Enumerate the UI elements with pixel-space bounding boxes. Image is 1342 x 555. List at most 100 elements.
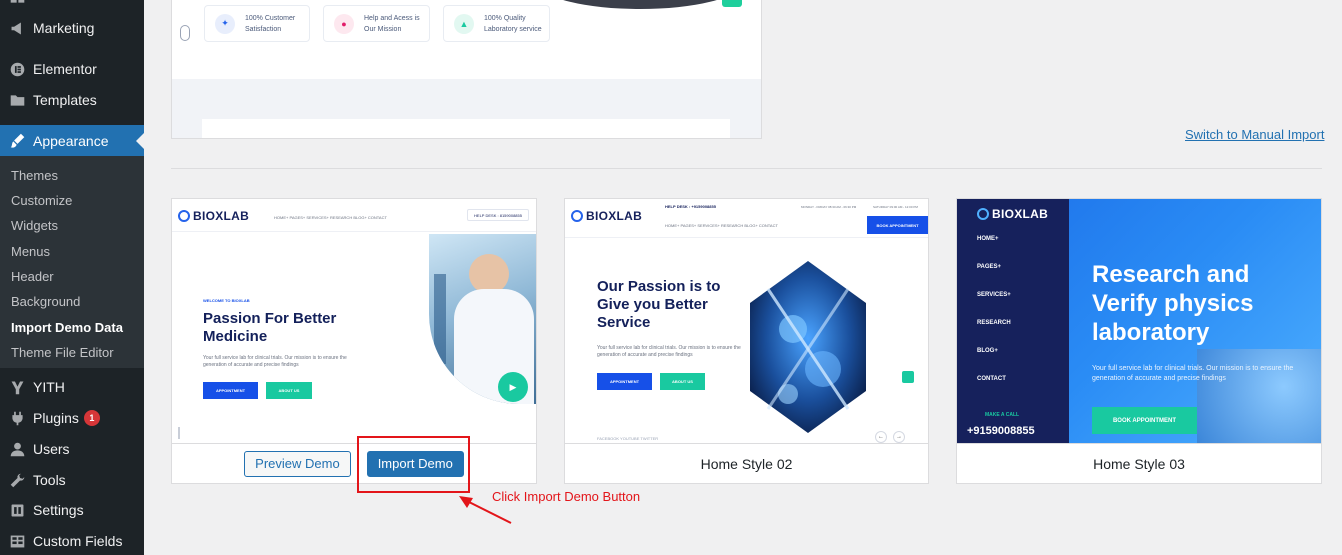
hero-subtitle: Your full service lab for clinical trial… <box>1092 365 1294 382</box>
hours-text: MONDAY - FRIDAY 08:30 AM - 06:30 PM <box>801 205 857 209</box>
sidebar-item-templates[interactable]: Templates <box>0 85 144 115</box>
submenu-import-demo-data[interactable]: Import Demo Data <box>11 320 123 335</box>
eyebrow-text: WELCOME TO BIOXLAB <box>203 298 250 303</box>
helpdesk-text: HELP DESK : +9159008855 <box>665 204 716 209</box>
demo-card-footer: Preview Demo Import Demo <box>172 443 536 483</box>
sidebar-item-label: Settings <box>33 502 84 518</box>
sidebar-item-marketing[interactable]: Marketing <box>0 13 144 43</box>
stat-text: 100% Customer Satisfaction <box>245 14 296 33</box>
mouse-scroll-icon <box>180 25 190 41</box>
folder-icon <box>8 91 26 109</box>
demo-card-home-3: BIOXLAB HOME+ PAGES+ SERVICES+ RESEARCH … <box>956 198 1322 484</box>
sidebar-item-settings[interactable]: Settings <box>0 495 144 525</box>
scroll-top-icon <box>902 371 914 383</box>
sidebar-item-label: Elementor <box>33 61 97 77</box>
bioxlab-logo: BIOXLAB <box>571 209 642 223</box>
yith-icon <box>8 378 26 396</box>
hero-subtitle: Your full service lab for clinical trial… <box>203 355 347 368</box>
header-rule <box>565 237 928 238</box>
sidebar-item-label: Tools <box>33 472 66 488</box>
side-nav-item: CONTACT <box>977 376 1006 382</box>
demo-name: Home Style 02 <box>700 455 793 472</box>
demo-nav: HOME+ PAGES+ SERVICES+ RESEARCH BLOG+ CO… <box>274 215 387 220</box>
bioxlab-logo: BIOXLAB <box>977 207 1048 221</box>
sidebar-item-elementor[interactable]: Elementor <box>0 54 144 84</box>
side-nav-item: RESEARCH <box>977 320 1011 326</box>
plugins-update-badge: 1 <box>83 410 100 426</box>
sidebar-item-label: Custom Fields <box>33 533 123 549</box>
submenu-customize[interactable]: Customize <box>11 193 72 208</box>
stat-box: ✦ 100% Customer Satisfaction <box>204 5 310 42</box>
sidebar-item-label: Marketing <box>33 20 95 36</box>
submenu-theme-file-editor[interactable]: Theme File Editor <box>11 345 114 360</box>
submenu-header[interactable]: Header <box>11 269 54 284</box>
demo-card-footer: Home Style 02 <box>565 443 928 483</box>
demo-name: Home Style 03 <box>1093 455 1185 472</box>
social-links: FACEBOOK YOUTUBE TWITTER <box>597 436 659 441</box>
table-icon <box>8 532 26 550</box>
scroll-indicator <box>178 427 180 439</box>
arrow-left-icon: ← <box>875 431 887 443</box>
sidebar-item-users[interactable]: Users <box>0 434 144 464</box>
preview-demo-button[interactable]: Preview Demo <box>244 450 351 477</box>
sidebar-item-custom-fields[interactable]: Custom Fields <box>0 526 144 555</box>
appointment-button: APPOINTMENT <box>597 373 652 390</box>
appointment-button: APPOINTMENT <box>203 382 258 399</box>
plug-icon <box>8 409 26 427</box>
demo-card-footer: Home Style 03 <box>957 443 1321 483</box>
demo-screenshot[interactable]: BIOXLAB HOME+ PAGES+ SERVICES+ RESEARCH … <box>172 199 536 443</box>
hero-title: Research and Verify physics laboratory <box>1092 261 1254 346</box>
hero-image-fragment <box>540 0 740 9</box>
bioxlab-logo: BIOXLAB <box>178 209 249 223</box>
sidebar-item-label: Plugins <box>33 410 79 426</box>
phone-number: +9159008855 <box>967 425 1035 437</box>
satisfaction-icon: ✦ <box>215 13 235 34</box>
sidebar-item-plugins[interactable]: Plugins 1 <box>0 403 144 433</box>
demo-screenshot[interactable]: BIOXLAB HOME+ PAGES+ SERVICES+ RESEARCH … <box>957 199 1321 443</box>
sidebar-item-label: Users <box>33 441 70 457</box>
demo-screenshot[interactable]: BIOXLAB HELP DESK : +9159008855 MONDAY -… <box>565 199 928 443</box>
side-nav-item: BLOG+ <box>977 348 998 354</box>
sidebar-item-label: YITH <box>33 379 65 395</box>
submenu-themes[interactable]: Themes <box>11 168 58 183</box>
switch-to-manual-import-link[interactable]: Switch to Manual Import <box>1185 127 1324 142</box>
divider <box>171 168 1322 169</box>
make-a-call-label: MAKE A CALL <box>985 412 1020 418</box>
arrow-right-icon: → <box>893 431 905 443</box>
help-icon: ● <box>334 13 354 34</box>
megaphone-icon <box>8 19 26 37</box>
book-appointment-button: BOOK APPOINTMENT <box>1092 407 1197 434</box>
submenu-widgets[interactable]: Widgets <box>11 218 58 233</box>
hero-title: Our Passion is to Give you Better Servic… <box>597 278 721 331</box>
content-panel <box>202 119 730 138</box>
settings-icon <box>8 501 26 519</box>
submenu-background[interactable]: Background <box>11 294 80 309</box>
sidebar-item-appearance[interactable]: Appearance <box>0 125 144 156</box>
dna-hexagon-image <box>750 261 866 433</box>
stat-box: ● Help and Acess is Our Mission <box>323 5 430 42</box>
admin-sidebar: Marketing Elementor Templates Appearance… <box>0 0 144 555</box>
elementor-icon <box>8 60 26 78</box>
annotation-text: Click Import Demo Button <box>492 489 641 504</box>
sidebar-item-label: Templates <box>33 92 97 108</box>
paintbrush-icon <box>8 132 26 150</box>
sidebar-item-yith[interactable]: YITH <box>0 372 144 402</box>
grid-icon <box>8 0 26 12</box>
sidebar-item-tools[interactable]: Tools <box>0 465 144 495</box>
submenu-menus[interactable]: Menus <box>11 244 50 259</box>
user-icon <box>8 440 26 458</box>
appearance-submenu: Themes Customize Widgets Menus Header Ba… <box>0 156 144 368</box>
demo-card-home-1: BIOXLAB HOME+ PAGES+ SERVICES+ RESEARCH … <box>171 198 537 484</box>
side-nav-item: HOME+ <box>977 236 999 242</box>
stat-box: ▲ 100% Quality Laboratory service <box>443 5 550 42</box>
highlight-box <box>357 436 470 493</box>
side-nav-item: PAGES+ <box>977 264 1002 270</box>
quality-icon: ▲ <box>454 13 474 34</box>
saturday-hours-text: SATURDAY 09:00 AM - 12:00 PM <box>873 205 918 209</box>
side-nav-item: SERVICES+ <box>977 292 1011 298</box>
helpdesk-badge: HELP DESK : 8159008855 <box>467 209 529 221</box>
demo-nav: HOME+ PAGES+ SERVICES+ RESEARCH BLOG+ CO… <box>665 223 778 228</box>
sidebar-item-label: Appearance <box>33 132 109 149</box>
previous-demo-card: ✦ 100% Customer Satisfaction ● Help and … <box>171 0 762 139</box>
hero-subtitle: Your full service lab for clinical trial… <box>597 345 741 358</box>
